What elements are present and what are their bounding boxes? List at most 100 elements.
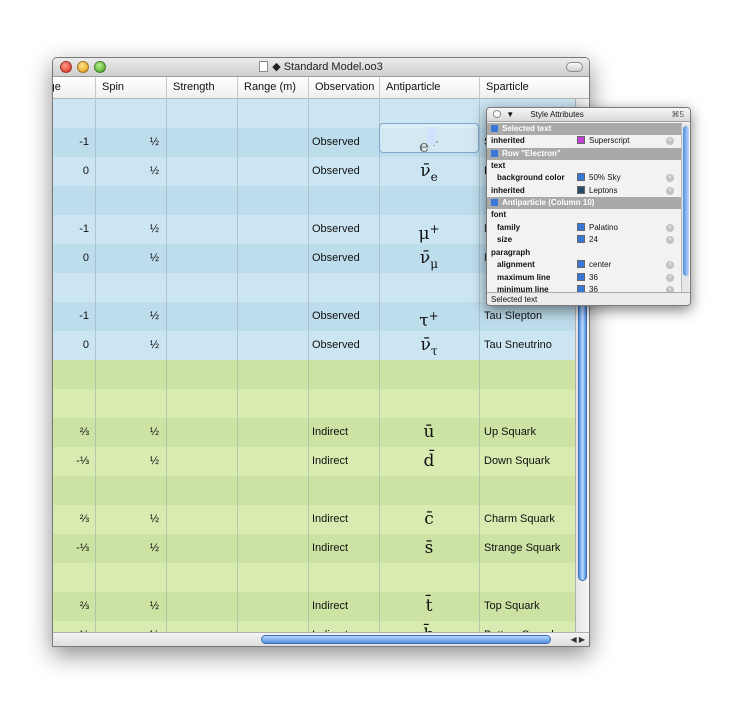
sparticle-cell[interactable] xyxy=(484,476,576,505)
spin-cell[interactable]: ½ xyxy=(97,418,159,447)
column-header-range[interactable]: Range (m) xyxy=(237,77,308,99)
charge-cell[interactable]: ⅔ xyxy=(53,505,89,534)
observation-cell[interactable] xyxy=(312,476,378,505)
charge-cell[interactable] xyxy=(53,360,89,389)
observation-cell[interactable]: Indirect xyxy=(312,592,378,621)
charge-cell[interactable] xyxy=(53,563,89,592)
spin-cell[interactable]: ½ xyxy=(97,302,159,331)
table-row[interactable]: -⅓ ½ Indirect s̄ Strange Squark xyxy=(53,534,589,563)
antiparticle-cell[interactable] xyxy=(379,389,479,418)
property-value[interactable]: 24 xyxy=(577,234,598,247)
charge-cell[interactable]: -1 xyxy=(53,215,89,244)
table-row[interactable]: ⅔ ½ Indirect ū Up Squark xyxy=(53,418,589,447)
observation-cell[interactable] xyxy=(312,99,378,128)
spin-cell[interactable]: ½ xyxy=(97,331,159,360)
sparticle-cell[interactable]: Tau Sneutrino xyxy=(484,331,576,360)
charge-cell[interactable]: -⅓ xyxy=(53,534,89,563)
scroll-arrows-icon[interactable]: ◀ ▶ xyxy=(570,633,585,646)
sparticle-cell[interactable]: Down Squark xyxy=(484,447,576,476)
spin-cell[interactable]: ½ xyxy=(97,447,159,476)
charge-cell[interactable]: -⅓ xyxy=(53,447,89,476)
title-bar[interactable]: ◆ Standard Model.oo3 xyxy=(53,58,589,77)
remove-style-icon[interactable]: × xyxy=(666,236,674,244)
antiparticle-cell[interactable]: c̄ xyxy=(379,505,479,534)
spin-cell[interactable]: ½ xyxy=(97,505,159,534)
observation-cell[interactable] xyxy=(312,360,378,389)
antiparticle-cell[interactable] xyxy=(379,360,479,389)
inspector-property-row[interactable]: inherited Superscript × xyxy=(487,135,682,148)
table-row[interactable] xyxy=(53,389,589,418)
inspector-scrollbar[interactable] xyxy=(681,124,689,292)
observation-cell[interactable]: Indirect xyxy=(312,418,378,447)
sparticle-cell[interactable]: Up Squark xyxy=(484,418,576,447)
remove-style-icon[interactable]: × xyxy=(666,223,674,232)
table-row[interactable]: -1 ½ Observed τ+ Tau Slepton xyxy=(53,302,589,331)
observation-cell[interactable]: Observed xyxy=(312,215,378,244)
antiparticle-cell[interactable] xyxy=(379,273,479,302)
inspector-scroll-thumb[interactable] xyxy=(683,126,689,276)
close-button[interactable] xyxy=(60,61,72,73)
observation-cell[interactable]: Indirect xyxy=(312,534,378,563)
property-value[interactable]: Palatino xyxy=(577,222,618,235)
observation-cell[interactable]: Observed xyxy=(312,157,378,186)
property-value[interactable]: 50% Sky xyxy=(577,172,621,185)
inspector-section-header[interactable]: Selected text xyxy=(487,123,682,135)
inspector-title-bar[interactable]: ▼ Style Attributes ⌘5 xyxy=(487,108,690,122)
spin-cell[interactable]: ½ xyxy=(97,534,159,563)
inspector-property-row[interactable]: size 24 × xyxy=(487,234,682,247)
charge-cell[interactable]: 0 xyxy=(53,331,89,360)
column-header-strength[interactable]: Strength xyxy=(166,77,237,99)
remove-style-icon[interactable]: × xyxy=(666,261,674,269)
spin-cell[interactable] xyxy=(97,99,159,128)
column-header-spin[interactable]: Spin xyxy=(95,77,166,99)
charge-cell[interactable]: 0 xyxy=(53,244,89,273)
remove-style-icon[interactable]: × xyxy=(666,273,674,282)
sparticle-cell[interactable]: Top Squark xyxy=(484,592,576,621)
horizontal-scroll-thumb[interactable] xyxy=(261,635,551,644)
property-value[interactable]: 36 xyxy=(577,272,598,285)
table-row[interactable]: -⅓ ½ Indirect d̄ Down Squark xyxy=(53,447,589,476)
property-value[interactable]: center xyxy=(577,259,611,272)
toolbar-toggle-button[interactable] xyxy=(566,62,583,72)
sparticle-cell[interactable]: Charm Squark xyxy=(484,505,576,534)
spin-cell[interactable]: ½ xyxy=(97,157,159,186)
spin-cell[interactable] xyxy=(97,389,159,418)
spin-cell[interactable] xyxy=(97,273,159,302)
table-row[interactable]: 0 ½ Observed ν̄τ Tau Sneutrino xyxy=(53,331,589,360)
charge-cell[interactable] xyxy=(53,476,89,505)
antiparticle-cell[interactable]: τ+ xyxy=(379,302,479,331)
inspector-property-row[interactable]: alignment center × xyxy=(487,259,682,272)
observation-cell[interactable] xyxy=(312,563,378,592)
charge-cell[interactable] xyxy=(53,273,89,302)
charge-cell[interactable] xyxy=(53,186,89,215)
spin-cell[interactable] xyxy=(97,563,159,592)
observation-cell[interactable] xyxy=(312,389,378,418)
table-row[interactable] xyxy=(53,360,589,389)
charge-cell[interactable]: ⅔ xyxy=(53,592,89,621)
observation-cell[interactable] xyxy=(312,273,378,302)
observation-cell[interactable]: Observed xyxy=(312,302,378,331)
horizontal-scrollbar[interactable]: ◀ ▶ xyxy=(53,632,589,646)
inspector-section-header[interactable]: Row "Electron" xyxy=(487,147,682,160)
column-header-sparticle[interactable]: Sparticle xyxy=(479,77,577,99)
remove-style-icon[interactable]: × xyxy=(666,186,674,195)
zoom-button[interactable] xyxy=(94,61,106,73)
spin-cell[interactable] xyxy=(97,476,159,505)
spin-cell[interactable]: ½ xyxy=(97,128,159,157)
antiparticle-cell[interactable] xyxy=(379,563,479,592)
antiparticle-cell[interactable]: t̄ xyxy=(379,592,479,621)
sparticle-cell[interactable]: Strange Squark xyxy=(484,534,576,563)
observation-cell[interactable]: Indirect xyxy=(312,447,378,476)
inspector-property-row[interactable]: maximum line 36 × xyxy=(487,272,682,285)
observation-cell[interactable]: Observed xyxy=(312,128,378,157)
table-row[interactable]: ⅔ ½ Indirect c̄ Charm Squark xyxy=(53,505,589,534)
charge-cell[interactable] xyxy=(53,389,89,418)
spin-cell[interactable] xyxy=(97,186,159,215)
spin-cell[interactable]: ½ xyxy=(97,592,159,621)
observation-cell[interactable]: Indirect xyxy=(312,505,378,534)
column-header-charge[interactable]: rge xyxy=(53,77,95,99)
antiparticle-cell[interactable] xyxy=(379,186,479,215)
charge-cell[interactable]: -1 xyxy=(53,128,89,157)
remove-style-icon[interactable]: × xyxy=(666,137,674,145)
remove-style-icon[interactable]: × xyxy=(666,174,674,182)
